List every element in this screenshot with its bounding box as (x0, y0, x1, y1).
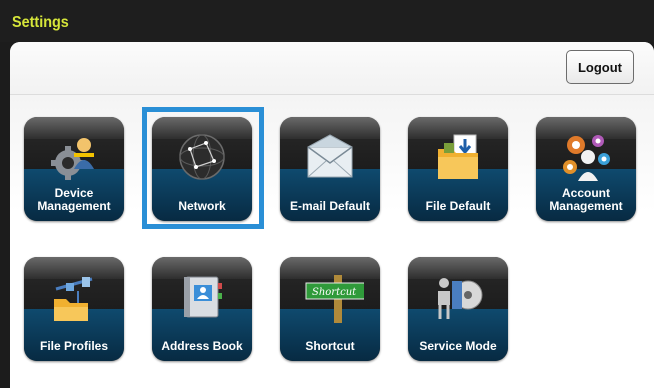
window-title: Settings (12, 14, 69, 31)
panel-header: Logout (10, 42, 654, 94)
tile-label: E-mail Default (289, 199, 370, 213)
tile-label: Service Mode (419, 339, 497, 353)
shortcut-sign-icon: Shortcut (305, 275, 364, 323)
tile-label: Device Management (37, 186, 111, 213)
tile-address-book[interactable]: Address Book (152, 257, 252, 361)
tile-device-management[interactable]: Device Management (24, 117, 124, 221)
service-mode-icon (438, 278, 483, 319)
tile-label: Address Book (161, 339, 243, 353)
file-profiles-icon (54, 277, 93, 321)
logout-button[interactable]: Logout (566, 50, 634, 84)
shortcut-sign-text: Shortcut (312, 287, 357, 298)
tile-label: Account Management (549, 186, 623, 213)
tile-label: File Default (425, 199, 491, 213)
tile-file-default[interactable]: File Default (408, 117, 508, 221)
tile-file-profiles[interactable]: File Profiles (24, 257, 124, 361)
address-book-icon (184, 276, 222, 318)
tile-label: Shortcut (305, 339, 355, 353)
tile-account-management[interactable]: Account Management (536, 117, 636, 221)
network-globe-icon (179, 134, 225, 180)
tile-service-mode[interactable]: Service Mode (408, 257, 508, 361)
email-envelope-icon (307, 134, 353, 178)
tile-label: Network (178, 199, 226, 213)
settings-panel: Logout Device Management Network E-mail … (10, 42, 654, 388)
tile-network[interactable]: Network (152, 117, 252, 221)
account-management-icon (563, 135, 610, 181)
tile-label: File Profiles (39, 339, 109, 353)
file-folder-icon (438, 134, 478, 179)
panel-body: Device Management Network E-mail Default… (10, 94, 654, 388)
title-bar: Settings (0, 0, 654, 42)
device-management-icon (51, 138, 94, 180)
tile-email-default[interactable]: E-mail Default (280, 117, 380, 221)
tile-shortcut[interactable]: Shortcut Shortcut (280, 257, 380, 361)
